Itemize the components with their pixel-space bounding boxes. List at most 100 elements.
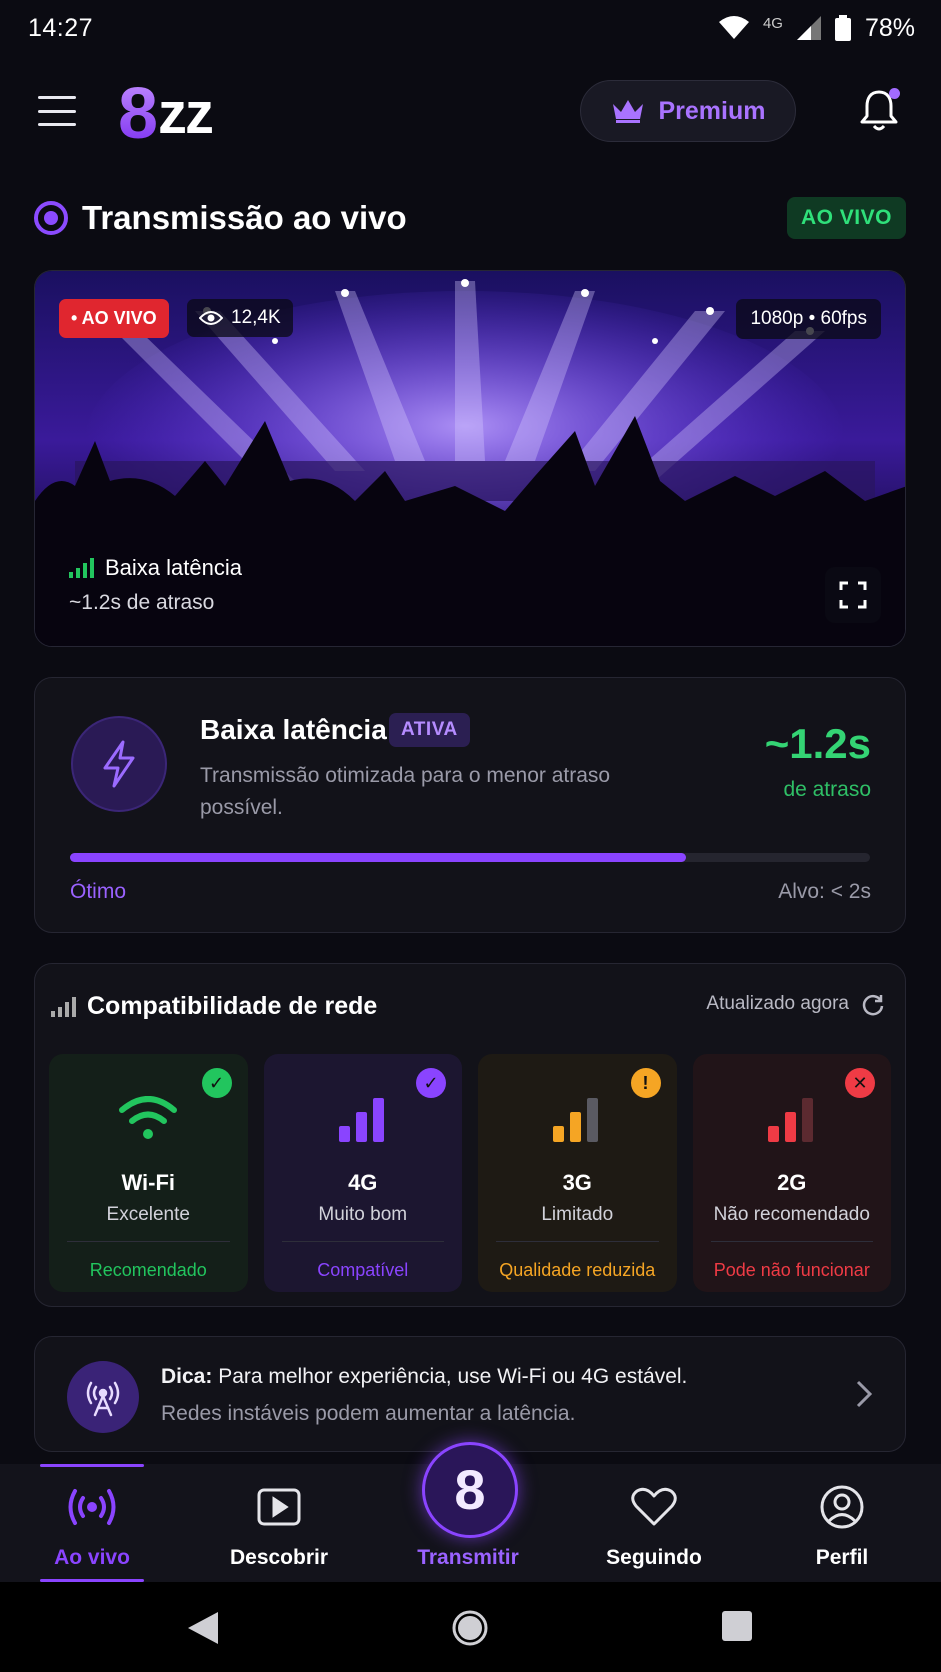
cell-signal-icon [796, 16, 821, 40]
antenna-icon [67, 1361, 139, 1433]
signal-bars-icon [264, 1086, 463, 1142]
compatibility-header: Compatibilidade de rede [51, 992, 377, 1021]
section-title: Transmissão ao vivo [82, 199, 407, 236]
network-compatibility-card: Compatibilidade de rede Atualizado agora… [34, 963, 906, 1307]
tip-card[interactable]: Dica: Para melhor experiência, use Wi-Fi… [34, 1336, 906, 1452]
home-icon[interactable] [452, 1610, 488, 1646]
logo-digit: 8 [118, 74, 158, 154]
nav-item-transmit[interactable]: Transmitir [393, 1464, 543, 1582]
network-name: Wi-Fi [121, 1170, 176, 1195]
tip-message: Para melhor experiência, use Wi-Fi ou 4G… [212, 1365, 688, 1388]
network-tile-wifi[interactable]: ✓ Wi-Fi Excelente Recomendado [49, 1054, 248, 1292]
tip-label: Dica: [161, 1365, 213, 1388]
video-latency-text: Baixa latência [105, 555, 242, 580]
active-status-pill: ATIVA [389, 713, 470, 747]
wifi-icon [718, 16, 749, 39]
nav-label: Transmitir [417, 1546, 519, 1569]
recents-icon[interactable] [721, 1610, 753, 1642]
live-indicator-icon [34, 201, 68, 235]
network-status: Pode não funcionar [713, 1260, 870, 1280]
network-quality: Limitado [541, 1204, 614, 1225]
viewer-count: 12,4K [231, 307, 281, 328]
tile-divider [281, 1241, 444, 1242]
notification-dot [889, 88, 900, 99]
signal-bars-icon [51, 996, 76, 1017]
video-latency-label: Baixa latência [69, 555, 242, 581]
live-badge: • AO VIVO [59, 299, 169, 338]
nav-label: Perfil [815, 1546, 869, 1569]
network-status: Recomendado [89, 1260, 207, 1280]
nav-item-profile[interactable]: Perfil [767, 1464, 917, 1582]
latency-progress-fill [70, 853, 686, 862]
back-icon[interactable] [186, 1610, 220, 1646]
nav-label: Descobrir [229, 1546, 329, 1569]
battery-percent: 78% [864, 13, 915, 42]
nav-item-following[interactable]: Seguindo [579, 1464, 729, 1582]
latency-title: Baixa latência [200, 714, 387, 745]
quality-badge: 1080p • 60fps [736, 299, 881, 339]
network-name: 3G [562, 1170, 592, 1195]
chevron-right-icon[interactable] [855, 1379, 873, 1409]
broadcast-icon [17, 1482, 167, 1532]
heart-icon [579, 1482, 729, 1532]
latency-progress-bar [70, 853, 870, 862]
status-icons: 4G 78% [718, 13, 915, 43]
network-status: Qualidade reduzida [499, 1260, 656, 1280]
app-logo: 8 zz [118, 74, 214, 154]
latency-card: Baixa latência ATIVA Transmissão otimiza… [34, 677, 906, 933]
latency-description: Transmissão otimizada para o menor atras… [200, 764, 611, 819]
eye-icon [199, 311, 223, 325]
signal-bars-icon [69, 558, 94, 578]
notifications-button[interactable] [858, 88, 904, 134]
network-quality: Muito bom [318, 1204, 408, 1225]
user-circle-icon [767, 1482, 917, 1532]
menu-icon[interactable] [38, 96, 76, 126]
fullscreen-button[interactable] [825, 567, 881, 623]
network-name: 2G [777, 1170, 807, 1195]
live-status-pill: AO VIVO [786, 197, 906, 239]
network-tile-3g[interactable]: ! 3G Limitado Qualidade reduzida [478, 1054, 677, 1292]
section-header: Transmissão ao vivo AO VIVO [34, 194, 906, 242]
network-name: 4G [348, 1170, 378, 1195]
network-tile-2g[interactable]: ✕ 2G Não recomendado Pode não funcionar [692, 1054, 892, 1292]
premium-label: Premium [658, 96, 766, 125]
signal-bars-icon [693, 1086, 892, 1142]
network-quality: Não recomendado [713, 1204, 870, 1225]
network-type: 4G [762, 14, 783, 32]
tile-divider [496, 1241, 659, 1242]
fullscreen-icon [839, 581, 867, 609]
lightning-icon [71, 716, 167, 812]
updated-text: Atualizado agora [706, 993, 849, 1014]
nav-item-discover[interactable]: Descobrir [204, 1464, 354, 1582]
tile-divider [67, 1241, 230, 1242]
live-video-player[interactable]: • AO VIVO 12,4K 1080p • 60fps Baixa latê… [34, 270, 906, 647]
battery-icon [834, 15, 851, 41]
network-tile-4g[interactable]: ✓ 4G Muito bom Compatível [263, 1054, 463, 1292]
premium-button[interactable]: Premium [580, 80, 796, 142]
nav-label: Seguindo [606, 1546, 702, 1569]
logo-text: zz [158, 81, 214, 146]
status-bar: 14:27 4G 78% [0, 0, 941, 56]
refresh-status[interactable]: Atualizado agora [706, 992, 885, 1016]
latency-value: ~1.2s [764, 720, 871, 767]
crown-icon [612, 100, 643, 123]
viewer-count-badge: 12,4K [187, 299, 293, 337]
bottom-navigation: Ao vivo Descobrir 8 Transmitir Seguindo … [0, 1442, 941, 1582]
refresh-icon [862, 994, 884, 1016]
latency-rating: Ótimo [70, 880, 127, 903]
network-tiles: ✓ Wi-Fi Excelente Recomendado ✓ 4G Muito… [49, 1054, 891, 1292]
system-navigation-bar [0, 1582, 941, 1672]
video-delay-text: ~1.2s de atraso [69, 591, 215, 614]
latency-unit: de atraso [783, 778, 871, 801]
nav-item-live[interactable]: Ao vivo [17, 1464, 167, 1582]
signal-bars-icon [478, 1086, 677, 1142]
tip-text: Dica: Para melhor experiência, use Wi-Fi… [161, 1365, 687, 1389]
app-header: 8 zz Premium [0, 72, 941, 156]
play-square-icon [204, 1482, 354, 1532]
nav-label: Ao vivo [54, 1546, 130, 1569]
network-quality: Excelente [106, 1204, 190, 1225]
tile-divider [710, 1241, 873, 1242]
wifi-icon [49, 1086, 248, 1142]
network-status: Compatível [317, 1260, 409, 1280]
latency-target: Alvo: < 2s [778, 880, 871, 903]
